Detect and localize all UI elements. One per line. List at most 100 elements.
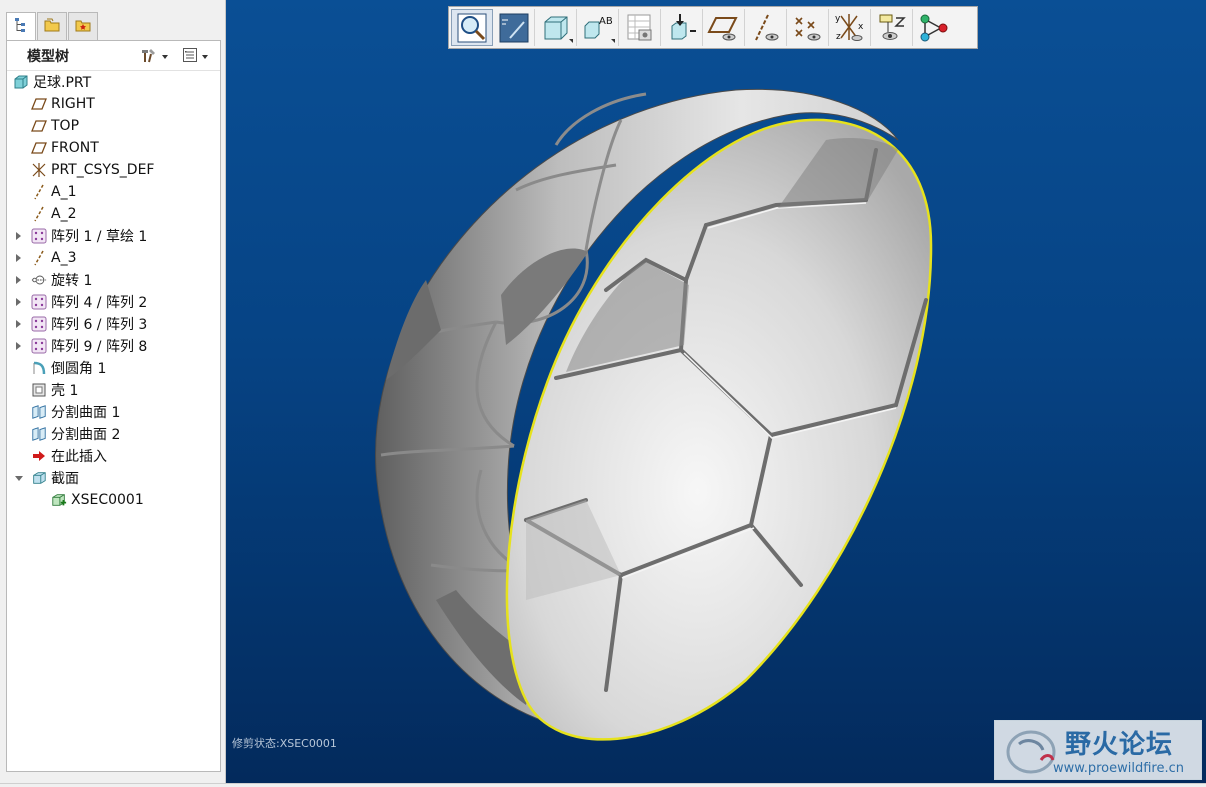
tab-favorites[interactable] [68, 12, 98, 40]
view-toolbar: AB y z x [448, 6, 978, 49]
tree-item[interactable]: FRONT [7, 137, 220, 159]
tree-item[interactable]: 旋转 1 [7, 269, 220, 291]
tree-item-label: A_3 [51, 250, 77, 266]
tree-item[interactable]: 分割曲面 1 [7, 401, 220, 423]
tree-item[interactable]: 分割曲面 2 [7, 423, 220, 445]
status-bar [0, 783, 1206, 787]
tree-item[interactable]: TOP [7, 115, 220, 137]
display-style-icon [540, 12, 572, 44]
dropdown-corner-icon [611, 39, 615, 43]
collapsed-arrow-icon[interactable] [16, 298, 21, 306]
tree-item-label: 倒圆角 1 [51, 361, 107, 377]
tree-item-label: PRT_CSYS_DEF [51, 162, 155, 178]
folder-browser-tab-icon [43, 17, 61, 37]
spin-center-button[interactable] [871, 9, 913, 46]
csys-icon [31, 162, 47, 178]
datum-axis-icon [31, 250, 47, 266]
app-window: 模型树 足球.PRT RIGHT TOP FRONT PRT_CSYS_DEF A_1 A_… [0, 0, 1206, 787]
datum-axis-icon [31, 184, 47, 200]
tree-item[interactable]: PRT_CSYS_DEF [7, 159, 220, 181]
tab-model-tree[interactable] [6, 12, 36, 41]
tree-settings-icon [140, 47, 158, 67]
round-icon [31, 360, 47, 376]
collapsed-arrow-icon[interactable] [16, 342, 21, 350]
xsection-icon [51, 492, 67, 508]
annotation-display-icon: AB [581, 12, 615, 44]
chevron-down-icon [162, 55, 168, 59]
tab-folder-browser[interactable] [37, 12, 67, 40]
tree-item-label: 阵列 9 / 阵列 8 [51, 339, 148, 355]
tree-item-label: 旋转 1 [51, 273, 93, 289]
model-tree-tool-button[interactable] [913, 9, 955, 46]
navigator-tabs [6, 12, 99, 41]
tree-item[interactable]: 在此插入 [7, 445, 220, 467]
tree-item[interactable]: 阵列 6 / 阵列 3 [7, 313, 220, 335]
tree-item[interactable]: XSEC0001 [7, 489, 220, 511]
model-tree-header: 模型树 [7, 41, 220, 71]
tree-item-label: 足球.PRT [33, 75, 92, 91]
datum-plane-icon [31, 118, 47, 134]
annotation-display-button[interactable]: AB [577, 9, 619, 46]
revolve-icon [31, 272, 47, 288]
tree-item[interactable]: 倒圆角 1 [7, 357, 220, 379]
saved-views-icon [625, 12, 655, 44]
watermark-title: 野火论坛 [1065, 730, 1174, 760]
tree-item-label: RIGHT [51, 96, 95, 112]
point-display-button[interactable] [787, 9, 829, 46]
datum-plane-icon [31, 140, 47, 156]
expanded-arrow-icon[interactable] [15, 476, 23, 481]
collapsed-arrow-icon[interactable] [16, 254, 21, 262]
tree-item-label: 阵列 4 / 阵列 2 [51, 295, 148, 311]
section-insert-button[interactable] [661, 9, 703, 46]
collapsed-arrow-icon[interactable] [16, 232, 21, 240]
tree-item[interactable]: A_3 [7, 247, 220, 269]
saved-views-button[interactable] [619, 9, 661, 46]
collapsed-arrow-icon[interactable] [16, 276, 21, 284]
tree-item-label: 截面 [51, 471, 79, 487]
plane-display-icon [706, 12, 741, 44]
point-display-icon [792, 12, 824, 44]
tree-item[interactable]: 截面 [7, 467, 220, 489]
soccer-ball-model[interactable] [226, 0, 1206, 783]
tree-item-label: 分割曲面 2 [51, 427, 121, 443]
graphics-window[interactable]: AB y z x 修剪状态:XSEC0001 野火论坛 www.proewildfir… [226, 0, 1206, 783]
tree-item-label: XSEC0001 [71, 492, 144, 508]
clip-status-text: 修剪状态:XSEC0001 [232, 737, 337, 750]
axis-display-icon [750, 12, 782, 44]
plane-display-button[interactable] [703, 9, 745, 46]
collapsed-arrow-icon[interactable] [16, 320, 21, 328]
chevron-down-icon [202, 55, 208, 59]
tree-item-label: 壳 1 [51, 383, 79, 399]
tree-item-label: TOP [51, 118, 80, 134]
split-surface-icon [31, 404, 47, 420]
tree-item[interactable]: 阵列 4 / 阵列 2 [7, 291, 220, 313]
model-tree-frame: 模型树 足球.PRT RIGHT TOP FRONT PRT_CSYS_DEF A_1 A_… [6, 40, 221, 772]
tree-item[interactable]: A_2 [7, 203, 220, 225]
tree-columns-icon [182, 47, 198, 67]
csys-display-button[interactable]: yz x [829, 9, 871, 46]
tree-item[interactable]: 阵列 1 / 草绘 1 [7, 225, 220, 247]
tree-settings-button[interactable] [140, 47, 168, 67]
tree-item[interactable]: 足球.PRT [7, 71, 220, 93]
refit-icon [498, 12, 530, 44]
tree-columns-button[interactable] [182, 47, 208, 67]
tree-item-label: 分割曲面 1 [51, 405, 121, 421]
axis-display-button[interactable] [745, 9, 787, 46]
display-style-button[interactable] [535, 9, 577, 46]
part-icon [13, 74, 29, 90]
svg-text:x: x [858, 22, 864, 32]
favorites-tab-icon [74, 17, 92, 37]
refit-button[interactable] [493, 9, 535, 46]
tree-item-label: FRONT [51, 140, 99, 156]
zoom-button[interactable] [451, 9, 493, 46]
tree-item[interactable]: 壳 1 [7, 379, 220, 401]
tree-item[interactable]: 阵列 9 / 阵列 8 [7, 335, 220, 357]
model-tree-tab-icon [13, 17, 29, 37]
tree-item-label: 在此插入 [51, 449, 107, 465]
spin-center-icon [876, 12, 908, 44]
pattern-icon [31, 294, 47, 310]
svg-text:AB: AB [599, 16, 613, 27]
tree-item-label: A_1 [51, 184, 77, 200]
tree-item[interactable]: RIGHT [7, 93, 220, 115]
tree-item[interactable]: A_1 [7, 181, 220, 203]
